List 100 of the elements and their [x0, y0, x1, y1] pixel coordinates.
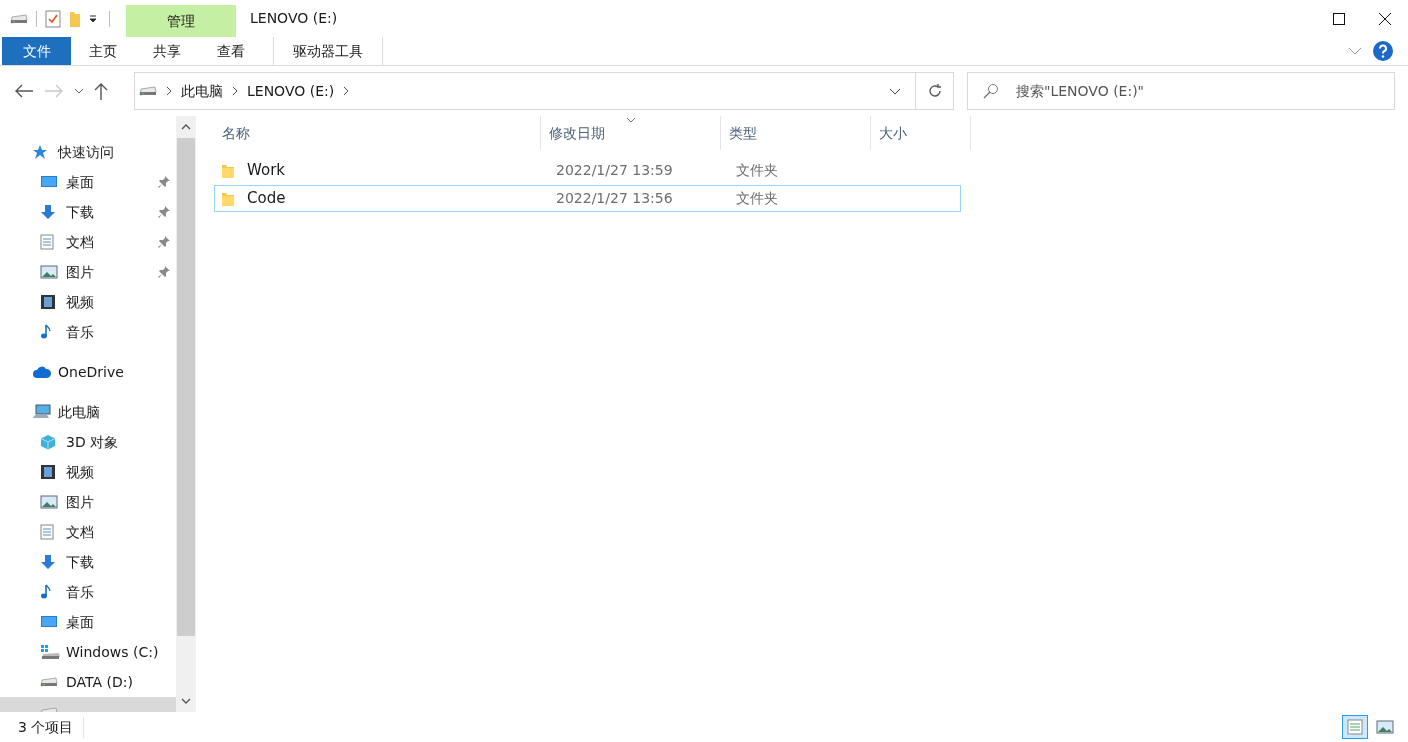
folder-icon [221, 162, 235, 179]
sidebar-item[interactable]: 文档 [0, 517, 176, 547]
star-icon [32, 144, 48, 160]
sidebar-item[interactable]: 快速访问 [0, 137, 176, 167]
expand-ribbon-chevron-icon[interactable] [1348, 47, 1362, 55]
document-icon [40, 524, 54, 540]
sidebar-item[interactable]: 视频 [0, 457, 176, 487]
sidebar-item-label: 3D 对象 [66, 432, 120, 452]
sidebar-item[interactable]: 3D 对象 [0, 427, 176, 457]
folder-icon [221, 190, 235, 207]
sidebar-item[interactable]: 图片 [0, 487, 176, 517]
desktop-icon [40, 614, 58, 630]
film-icon [40, 464, 56, 480]
modified-date: 2022/1/27 13:56 [556, 189, 674, 208]
sidebar-item[interactable]: 下载 [0, 547, 176, 577]
sidebar-item-label: 快速访问 [58, 142, 115, 162]
column-header[interactable]: 修改日期 [541, 116, 721, 150]
window-title: LENOVO (E:) [249, 9, 338, 28]
scrollbar-thumb[interactable] [177, 138, 195, 636]
address-dropdown-chevron-icon[interactable] [889, 87, 901, 95]
file-type: 文件夹 [736, 161, 778, 180]
details-view-button[interactable] [1342, 715, 1368, 739]
computer-icon [32, 404, 52, 420]
modified-date: 2022/1/27 13:59 [556, 161, 674, 180]
pictures-icon [40, 495, 58, 509]
sidebar-item-label: Windows (C:) [66, 642, 160, 662]
breadcrumb-item[interactable]: LENOVO (E:) [247, 80, 335, 102]
details-view-icon [1347, 719, 1363, 735]
context-tab-group-header: 管理 [126, 5, 236, 37]
search-field[interactable]: 搜索"LENOVO (E:)" [967, 72, 1395, 110]
sidebar-item[interactable]: 桌面 [0, 607, 176, 637]
drive-icon [139, 86, 157, 96]
properties-checkmark-icon[interactable] [45, 9, 61, 28]
large-icons-view-icon [1376, 720, 1394, 734]
document-icon [40, 234, 54, 250]
back-arrow-icon[interactable] [14, 84, 34, 98]
sidebar-item[interactable]: 视频 [0, 287, 176, 317]
sidebar-item[interactable]: 桌面 [0, 167, 176, 197]
sidebar-item[interactable]: 音乐 [0, 577, 176, 607]
recent-locations-chevron-icon[interactable] [74, 88, 84, 94]
file-name: Code [247, 188, 287, 210]
maximize-icon [1333, 12, 1345, 25]
sidebar-item-label: 音乐 [66, 322, 95, 342]
help-icon[interactable] [1372, 40, 1394, 62]
sidebar-item[interactable]: 下载 [0, 197, 176, 227]
sidebar-item[interactable]: 图片 [0, 257, 176, 287]
music-note-icon [40, 584, 52, 600]
sidebar-item-label: DATA (D:) [66, 672, 134, 692]
sidebar-item-label: 下载 [66, 202, 95, 222]
sidebar-item[interactable]: 此电脑 [0, 397, 176, 427]
sidebar-item-label: 桌面 [66, 612, 95, 632]
cube-icon [40, 434, 56, 450]
sidebar-item-label: 下载 [66, 552, 95, 572]
ribbon-tab[interactable]: 查看 [199, 37, 263, 65]
sidebar-item-label: 视频 [66, 292, 95, 312]
cloud-icon [32, 365, 52, 379]
file-row[interactable]: Code 2022/1/27 13:56 文件夹 [214, 185, 961, 212]
breadcrumb-chevron-icon[interactable] [343, 86, 350, 96]
sidebar-item[interactable]: OneDrive [0, 357, 176, 387]
sidebar-item[interactable]: Windows (C:) [0, 637, 176, 667]
sidebar-item[interactable]: 文档 [0, 227, 176, 257]
download-arrow-icon [40, 204, 56, 220]
sidebar-item-label: 图片 [66, 492, 95, 512]
drive-icon [10, 13, 28, 24]
ribbon-tab[interactable]: 主页 [71, 37, 135, 65]
file-name: Work [247, 160, 286, 182]
close-icon [1379, 12, 1391, 25]
sidebar-item-label: 图片 [66, 262, 95, 282]
sidebar-item-label: 文档 [66, 232, 95, 252]
breadcrumb-chevron-icon[interactable] [232, 86, 238, 96]
column-header[interactable]: 类型 [721, 116, 871, 150]
search-icon [983, 83, 999, 99]
up-arrow-icon[interactable] [94, 82, 108, 100]
item-count: 3 个项目 [18, 716, 85, 738]
breadcrumb-item[interactable]: 此电脑 [181, 80, 223, 102]
sidebar-item-label: 视频 [66, 462, 95, 482]
refresh-icon[interactable] [926, 83, 943, 99]
ribbon-tab[interactable]: 共享 [135, 37, 199, 65]
file-tab[interactable]: 文件 [2, 37, 71, 65]
breadcrumb-chevron-icon[interactable] [166, 86, 172, 96]
pictures-icon [40, 265, 58, 279]
film-icon [40, 294, 56, 310]
sidebar-item-label: 音乐 [66, 582, 95, 602]
sidebar-item[interactable]: 音乐 [0, 317, 176, 347]
address-bar[interactable]: 此电脑 LENOVO (E:) [134, 72, 954, 110]
windows-drive-icon [40, 644, 60, 660]
sidebar-item-label: 此电脑 [58, 402, 101, 422]
sidebar-item-label: 文档 [66, 522, 95, 542]
sidebar-item-label: 桌面 [66, 172, 95, 192]
sort-caret-icon [625, 117, 636, 123]
column-header[interactable]: 名称 [214, 116, 541, 150]
download-arrow-icon [40, 554, 56, 570]
sidebar-item-label: OneDrive [58, 362, 125, 382]
drive-icon [40, 677, 58, 687]
music-note-icon [40, 324, 52, 340]
sidebar-item[interactable]: DATA (D:) [0, 667, 176, 697]
dropdown-caret-icon[interactable] [89, 14, 97, 23]
column-header[interactable]: 大小 [871, 116, 971, 150]
desktop-icon [40, 174, 58, 190]
file-row[interactable]: Work 2022/1/27 13:59 文件夹 [214, 157, 961, 184]
